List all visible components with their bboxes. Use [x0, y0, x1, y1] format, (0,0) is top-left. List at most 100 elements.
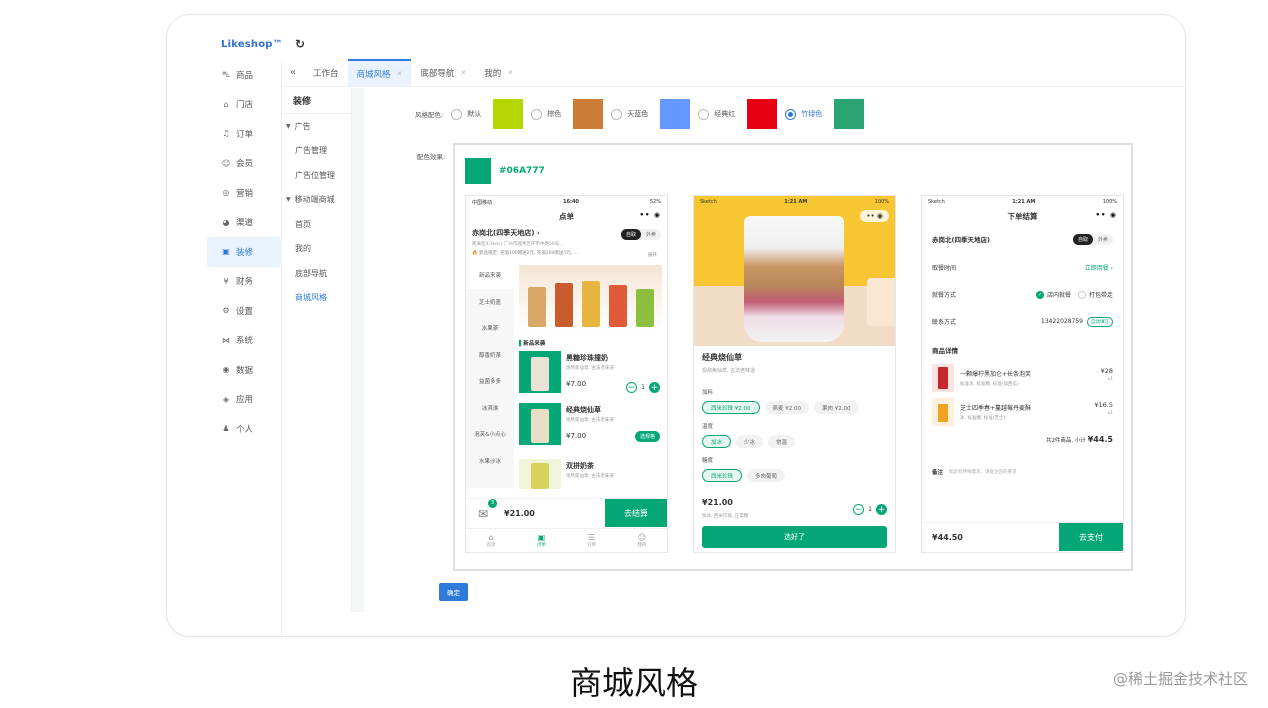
sidebar-item[interactable]: ♫ 订单 — [207, 119, 281, 149]
sidebar-item[interactable]: ⌂ 门店 — [207, 90, 281, 120]
plus-icon[interactable]: + — [649, 382, 660, 393]
radio-icon[interactable] — [531, 108, 543, 120]
category-item[interactable]: 水果沙冰 — [466, 448, 514, 475]
auto-fill-tag[interactable]: 自动填写 — [1087, 316, 1113, 327]
confirm-button[interactable]: 确定 — [439, 583, 468, 601]
apps-icon: ◈ — [222, 394, 230, 404]
bottom-tab[interactable]: ☰ 订单 — [567, 529, 617, 552]
category-item[interactable]: 益菌多多 — [466, 368, 514, 395]
subnav-item-active[interactable]: 商城风格 — [282, 286, 351, 311]
contact-value[interactable]: 13422028759 — [1041, 318, 1083, 325]
category-item[interactable]: 水果茶 — [466, 315, 514, 342]
option-tag[interactable]: 西米珍珠 — [702, 469, 743, 482]
color-option[interactable]: 默认 — [451, 99, 524, 129]
sidebar-item[interactable]: ⛍ 商品 — [207, 60, 281, 90]
collapse-icon[interactable]: « — [282, 67, 304, 78]
color-option[interactable]: 经典红 — [698, 99, 778, 129]
tab[interactable]: 底部导航 ✕ — [411, 59, 475, 87]
option-tag[interactable]: 果肉 ¥2.00 — [814, 401, 859, 414]
remark-input[interactable]: 如您有特殊需求，请备注您的要求 — [949, 469, 1017, 475]
minus-icon[interactable]: − — [626, 382, 638, 393]
sidebar-item[interactable]: ♟ 个人 — [207, 414, 281, 444]
category-item[interactable]: 新品来袭 — [466, 262, 514, 289]
subnav-group-mobile[interactable]: ▼ 移动端商城 — [282, 188, 351, 213]
option-tag[interactable]: 多肉葡萄 — [747, 469, 786, 482]
sidebar-item[interactable]: ▣ 装修 — [207, 237, 281, 267]
product-name: 黑糖珍珠撞奶 — [566, 354, 608, 362]
bottom-tab[interactable]: ☺ 我的 — [617, 529, 667, 552]
subnav-item[interactable]: 广告管理 — [282, 139, 351, 164]
option-tag[interactable]: 西米珍珠 ¥2.00 — [702, 401, 760, 414]
product-item[interactable]: 双拼奶茶 现熬焦仙草, 古法老味道 — [519, 459, 662, 489]
radio-icon[interactable] — [1077, 290, 1086, 299]
product-image — [519, 351, 561, 393]
caret-down-icon: ▼ — [286, 196, 291, 204]
battery: 100% — [874, 199, 889, 205]
sidebar-item[interactable]: ¥ 财务 — [207, 267, 281, 297]
sidebar-item[interactable]: ◕ 渠道 — [207, 208, 281, 238]
tab[interactable]: 我的 ✕ — [475, 59, 522, 87]
pickup-row[interactable]: 取餐时间 立即用餐 › — [932, 254, 1113, 281]
subnav-item[interactable]: 首页 — [282, 212, 351, 237]
time: 1:21 AM — [1012, 199, 1036, 205]
color-option[interactable]: 天蓝色 — [611, 99, 691, 129]
subnav-group-ads[interactable]: ▼ 广告 — [282, 114, 351, 139]
minus-icon[interactable]: − — [853, 504, 865, 515]
sidebar-item[interactable]: ◈ 应用 — [207, 385, 281, 415]
radio-icon[interactable] — [451, 108, 463, 120]
product-item[interactable]: 黑糖珍珠撞奶 现熬焦仙草, 古法老味道 ¥7.00 − 1 + — [519, 351, 662, 403]
remark-label: 备注 — [932, 470, 944, 476]
product-item[interactable]: 经典烧仙草 现熬焦仙草, 古法老味道 ¥7.00 选规格 — [519, 403, 662, 459]
subnav-item[interactable]: 底部导航 — [282, 261, 351, 286]
sidebar-item[interactable]: ☺ 会员 — [207, 149, 281, 179]
cart-icon[interactable]: ✉ 3 — [472, 498, 497, 525]
close-icon[interactable]: ✕ — [397, 70, 403, 78]
mode-delivery[interactable]: 外卖 — [641, 229, 661, 240]
option-tag[interactable]: 加冰 — [702, 435, 732, 448]
radio-icon[interactable] — [785, 108, 797, 120]
refresh-icon[interactable]: ↻ — [295, 37, 305, 51]
category-item[interactable]: 泡芙&小点心 — [466, 421, 514, 448]
choose-spec-button[interactable]: 选规格 — [634, 431, 660, 442]
dine-option-off[interactable]: 打包带走 — [1089, 290, 1113, 299]
notice-more[interactable]: 展开 — [648, 252, 657, 258]
sidebar-item[interactable]: ◎ 营销 — [207, 178, 281, 208]
dine-option-on[interactable]: 店内就餐 — [1047, 290, 1071, 299]
mode-pickup[interactable]: 自取 — [1072, 233, 1093, 245]
category-item[interactable]: 醇香奶茶 — [466, 342, 514, 369]
capsule-icon[interactable]: •• ◉ — [640, 211, 662, 219]
option-tag[interactable]: 少冰 — [736, 435, 764, 448]
radio-icon[interactable] — [611, 108, 623, 120]
order-item-price: ¥16.5 x1 — [1094, 401, 1113, 416]
color-option[interactable]: 棕色 — [531, 99, 604, 129]
sidebar-item-label: 营销 — [236, 188, 254, 199]
category-item[interactable]: 冰淇淋 — [466, 395, 514, 422]
pay-button[interactable]: 去支付 — [1059, 523, 1123, 551]
sidebar-item[interactable]: ⚙ 设置 — [207, 296, 281, 326]
plus-icon[interactable]: + — [876, 504, 887, 515]
close-icon[interactable]: ✕ — [460, 69, 466, 77]
subnav-item[interactable]: 广告位管理 — [282, 163, 351, 188]
capsule-icon[interactable]: •• ◉ — [860, 210, 889, 222]
color-option[interactable]: 竹绿色 — [785, 99, 865, 129]
bottom-tab[interactable]: ▣ 点单 — [516, 529, 566, 552]
check-icon[interactable]: ✓ — [1035, 290, 1044, 299]
mode-delivery[interactable]: 外卖 — [1093, 234, 1113, 245]
category-item[interactable]: 芝士奶盖 — [466, 289, 514, 316]
sidebar-item[interactable]: ◉ 数据 — [207, 355, 281, 385]
sidebar-item[interactable]: ⋈ 系统 — [207, 326, 281, 356]
subnav-item[interactable]: 我的 — [282, 237, 351, 262]
tab[interactable]: 工作台 — [304, 59, 348, 87]
bottom-tab[interactable]: ⌂ 首页 — [466, 529, 516, 552]
tab[interactable]: 商城风格 ✕ — [347, 58, 412, 87]
confirm-spec-button[interactable]: 选好了 — [702, 526, 887, 548]
capsule-icon[interactable]: •• ◉ — [1096, 211, 1118, 219]
option-tag[interactable]: 常温 — [768, 435, 796, 448]
mode-pickup[interactable]: 自取 — [620, 229, 641, 240]
checkout-button[interactable]: 去结算 — [605, 499, 667, 527]
option-tag[interactable]: 燕麦 ¥2.00 — [764, 401, 809, 414]
radio-icon[interactable] — [698, 108, 710, 120]
mode-toggle[interactable]: 自取 外卖 — [620, 229, 661, 240]
close-icon[interactable]: ✕ — [507, 69, 513, 77]
mode-toggle[interactable]: 自取 外卖 — [1072, 233, 1113, 245]
